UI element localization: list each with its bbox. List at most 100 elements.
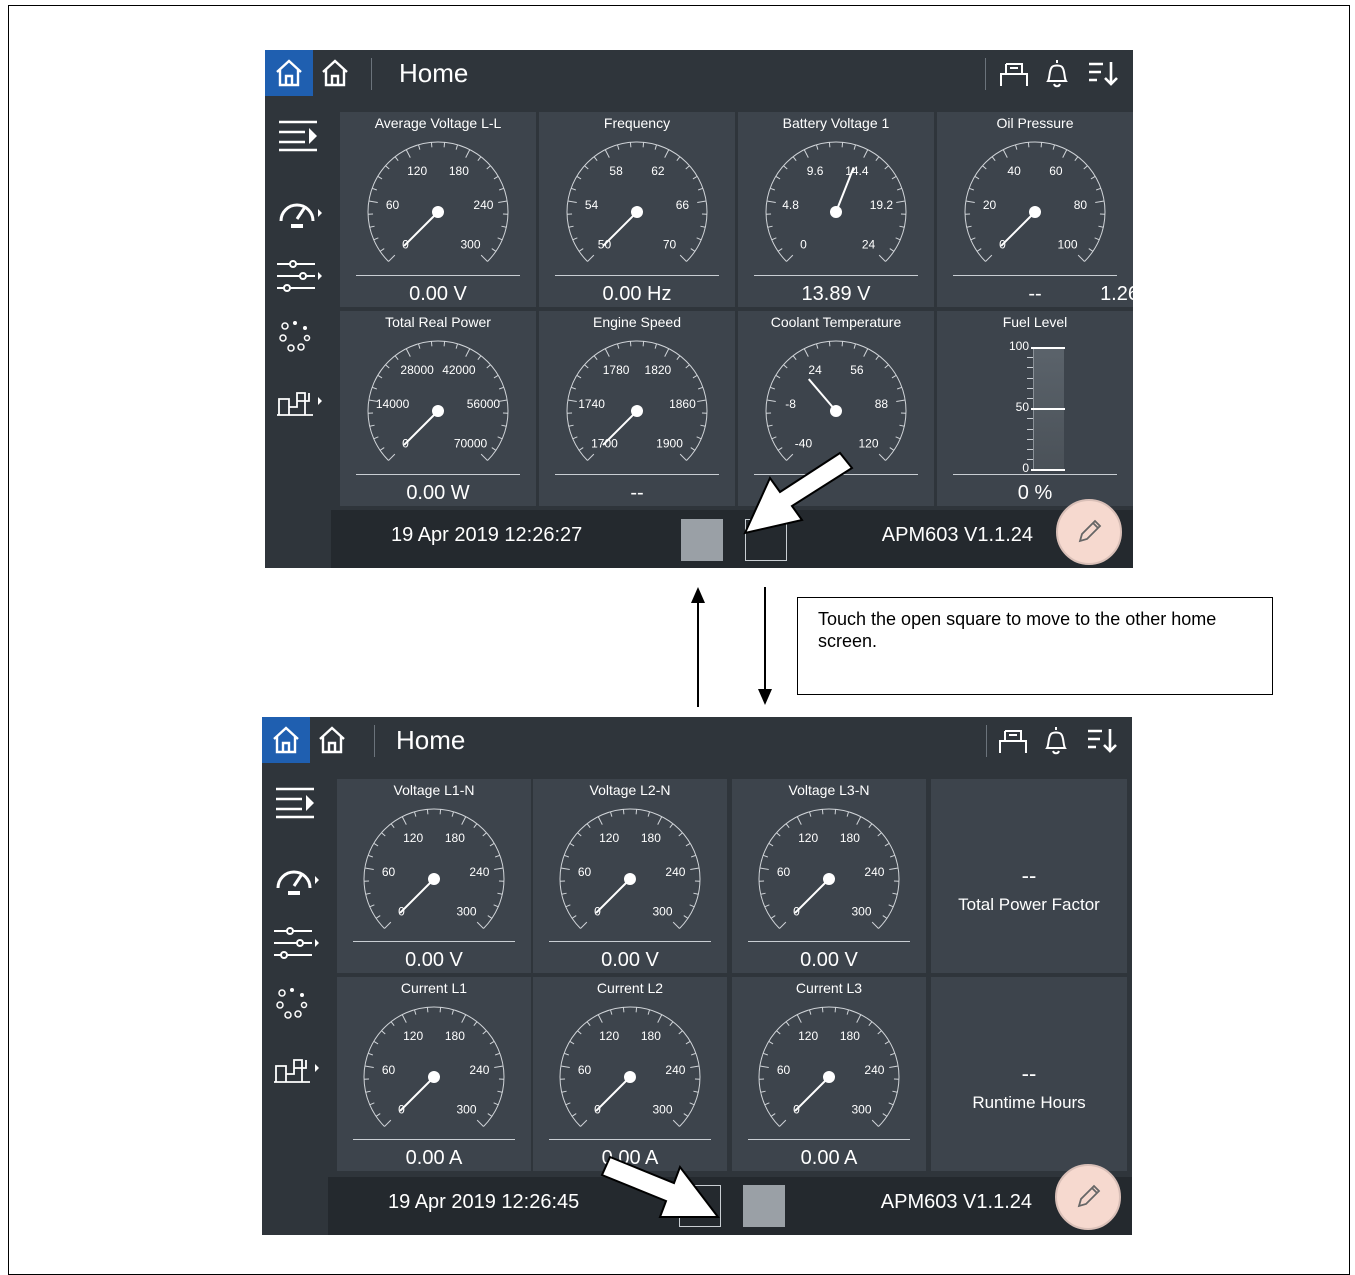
settings-sliders-icon[interactable] [275,256,323,296]
gauge-tile[interactable]: Average Voltage L-L0601201802403000.00 V [340,112,536,307]
gauge-tick [857,1015,861,1023]
home-button[interactable] [312,717,352,763]
gauge-tick [697,201,706,202]
edit-button[interactable] [1055,1164,1121,1230]
gauge-tick [584,365,588,368]
gauge-tick-label: 180 [445,831,465,845]
gauge-tile[interactable]: Frequency5054586266700.00 Hz [539,112,735,307]
gauge-tick-label: 28000 [400,363,434,377]
gauge-tick [588,255,594,261]
gauge-tick [982,166,986,169]
gauge-tick [562,1091,567,1092]
gauge-tick [456,145,457,150]
gauge-dial: 060120180240300 [337,783,531,947]
home-icon [317,725,347,755]
gauge-tick [864,349,868,357]
gauge-tick-label: 20 [983,198,997,212]
gauge-tick [594,157,597,161]
menu-expand-icon[interactable] [272,783,320,823]
gauge-tick-label: 0 [800,238,807,252]
gauge-tile[interactable]: Voltage L2-N0601201802403000.00 V [533,779,727,973]
gauge-tick [374,238,379,240]
gauge-tile[interactable]: Current L10601201802403000.00 A [337,977,531,1171]
home-button[interactable] [315,50,355,96]
home-button-active[interactable] [262,717,310,763]
gauge-tick [648,1010,649,1015]
top-bar: Home [265,50,1133,96]
runtime-hours-label: Runtime Hours [931,1093,1127,1113]
settings-sliders-icon[interactable] [272,923,320,963]
gauge-tick [697,437,702,439]
power-factor-label: Total Power Factor [931,895,1127,915]
gauge-tick [1003,150,1007,158]
gauge-tick [885,365,889,368]
gauge-dial: 060120180240300 [732,783,926,947]
gauge-tick [771,1114,775,1117]
gauge-tile[interactable]: Voltage L3-N0601201802403000.00 V [732,779,926,973]
fuel-minor-tick [1027,357,1033,358]
gauge-needle [596,1077,630,1111]
edit-button[interactable] [1056,499,1122,565]
gauge-tick [971,238,976,240]
gauge-tick [365,868,374,869]
gauge-dial: 170017401780182018601900 [539,315,735,480]
gauge-tick [577,176,581,179]
home-button-active[interactable] [265,50,313,96]
menu-expand-icon[interactable] [275,116,323,156]
printer-icon[interactable] [996,723,1030,757]
fuel-minor-tick [1027,449,1033,450]
loading-dots-icon[interactable] [275,316,323,356]
value-underline [748,1139,910,1140]
bell-icon[interactable] [1039,723,1073,757]
generator-icon[interactable] [275,381,323,421]
gauge-tick-label: 42000 [442,363,476,377]
gauge-tile[interactable]: Voltage L1-N0601201802403000.00 V [337,779,531,973]
gauge-tile[interactable]: Total Real Power014000280004200056000700… [340,311,536,506]
gauge-tick [579,448,583,451]
sort-icon[interactable] [1084,723,1118,757]
gauge-tick [498,238,503,240]
gauge-dial: 060120180240300 [337,981,531,1145]
generator-icon[interactable] [272,1048,320,1088]
gauge-tick-label: 240 [469,1063,489,1077]
gauge-tick [487,166,491,169]
gauge-icon[interactable] [272,858,320,898]
gauge-tick [892,1091,897,1092]
gauge-tick-label: 4.8 [782,198,799,212]
gauge-icon[interactable] [275,191,323,231]
gauge-tile[interactable]: Current L30601201802403000.00 A [732,977,926,1171]
gauge-tick [765,1103,770,1105]
gauge-needle [603,212,637,246]
gauge-tick [368,1053,373,1055]
gauge-value: 0.00 V [533,949,727,972]
gauge-tick [501,425,506,426]
gauge-tick-label: 120 [407,164,427,178]
fuel-level-tile[interactable]: Fuel Level0 %100500 [937,311,1133,506]
gauge-tick-label: 1900 [656,437,683,451]
gauge-tile[interactable]: Engine Speed170017401780182018601900-- [539,311,735,506]
gauge-tick [483,1031,487,1034]
gauge-tick [414,812,415,817]
gauge-needle [596,879,630,913]
sort-icon[interactable] [1085,56,1119,90]
gauge-tick [896,201,905,202]
gauge-tick [780,1120,786,1126]
gauge-tick-label: 180 [641,1029,661,1043]
loading-dots-icon[interactable] [272,983,320,1023]
bell-icon[interactable] [1040,56,1074,90]
gauge-tick [402,1015,406,1023]
gauge-tick [684,916,688,919]
gauge-tick-label: 40 [1007,164,1021,178]
gauge-tick [572,916,576,919]
divider [374,725,375,757]
gauge-tick [680,255,686,261]
gauge-tile[interactable]: Current L20601201802403000.00 A [533,977,727,1171]
gauge-tile[interactable]: Battery Voltage 104.89.614.419.22413.89 … [738,112,934,307]
gauge-tick [883,916,887,919]
fuel-minor-tick [1027,367,1033,368]
gauge-tick [418,145,419,150]
firmware-version: APM603 V1.1.24 [882,524,1033,547]
gauge-tile[interactable]: Oil Pressure020406080100--1.26 [937,112,1133,307]
gauge-tick [763,1053,768,1055]
printer-icon[interactable] [997,56,1031,90]
